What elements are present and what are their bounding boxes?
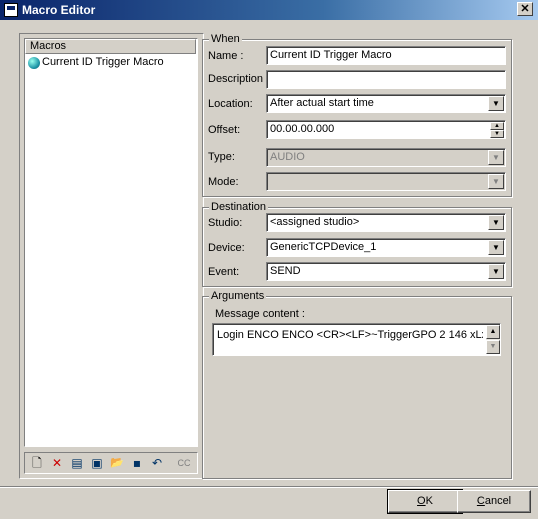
window-icon [4, 3, 18, 17]
title-bar[interactable]: Macro Editor ✕ [0, 0, 538, 20]
device-label: Device: [208, 242, 245, 254]
macro-globe-icon [28, 57, 40, 69]
chevron-down-icon: ▼ [492, 267, 500, 276]
location-dropdown-button[interactable]: ▼ [488, 96, 504, 111]
chevron-up-icon: ▲ [489, 328, 497, 335]
type-label: Type: [208, 151, 235, 163]
close-button[interactable]: ✕ [517, 2, 533, 16]
window-title: Macro Editor [22, 3, 96, 17]
ok-accelerator: O [417, 495, 426, 507]
chevron-down-icon: ▼ [492, 153, 500, 162]
cc-icon[interactable]: CC [175, 456, 193, 470]
offset-value: 00.00.00.000 [270, 123, 335, 135]
save-icon[interactable]: ▪ [130, 456, 144, 470]
event-label: Event: [208, 266, 240, 278]
message-content-label: Message content : [215, 308, 305, 320]
cancel-accelerator: C [476, 495, 485, 507]
studio-dropdown-button[interactable]: ▼ [488, 215, 504, 230]
name-label: Name : [208, 50, 244, 62]
when-group-title: When [209, 33, 242, 45]
copy-icon[interactable]: ▤ [70, 456, 84, 470]
device-dropdown[interactable]: GenericTCPDevice_1 [266, 238, 506, 257]
new-icon[interactable]: 🗋 [30, 456, 44, 470]
location-dropdown[interactable]: After actual start time [266, 94, 506, 113]
separator [0, 486, 538, 488]
location-label: Location: [208, 98, 253, 110]
macros-list[interactable] [24, 38, 198, 447]
arguments-group-title: Arguments [209, 290, 267, 302]
chevron-up-icon: ▲ [494, 123, 500, 129]
device-dropdown-button[interactable]: ▼ [488, 240, 504, 255]
description-field[interactable] [266, 70, 506, 89]
chevron-down-icon: ▼ [492, 218, 500, 227]
offset-spin-down[interactable]: ▼ [490, 130, 504, 138]
type-value: AUDIO [270, 151, 305, 163]
ok-button[interactable]: OK [387, 489, 463, 514]
scroll-down-button[interactable]: ▼ [486, 340, 500, 354]
chevron-down-icon: ▼ [494, 131, 500, 137]
type-dropdown-button[interactable]: ▼ [488, 150, 504, 165]
event-dropdown[interactable]: SEND [266, 262, 506, 281]
mode-dropdown-button[interactable]: ▼ [488, 174, 504, 189]
event-value: SEND [270, 265, 301, 277]
mode-label: Mode: [208, 176, 239, 188]
delete-icon[interactable]: ✕ [50, 456, 64, 470]
description-label: Description : [208, 73, 270, 85]
device-value: GenericTCPDevice_1 [270, 241, 377, 253]
open-folder-icon[interactable]: 📂 [110, 456, 124, 470]
mode-dropdown[interactable] [266, 172, 506, 191]
macros-list-header[interactable]: Macros [25, 39, 196, 54]
close-icon: ✕ [520, 3, 530, 15]
save-as-icon[interactable]: ▣ [90, 456, 104, 470]
destination-group-title: Destination [209, 201, 269, 213]
scroll-up-button[interactable]: ▲ [486, 325, 500, 339]
offset-label: Offset: [208, 124, 241, 136]
list-item[interactable]: Current ID Trigger Macro [42, 56, 164, 68]
studio-label: Studio: [208, 217, 243, 229]
cancel-button[interactable]: Cancel [457, 490, 531, 513]
cancel-label: ancel [484, 495, 512, 507]
chevron-down-icon: ▼ [489, 343, 497, 350]
message-content-value: Login ENCO ENCO <CR><LF>~TriggerGPO 2 14… [217, 329, 483, 341]
chevron-down-icon: ▼ [492, 177, 500, 186]
ok-label: K [425, 495, 433, 507]
name-field[interactable]: Current ID Trigger Macro [266, 46, 506, 65]
type-dropdown[interactable]: AUDIO [266, 148, 506, 167]
location-value: After actual start time [270, 97, 374, 109]
offset-spin-up[interactable]: ▲ [490, 122, 504, 130]
offset-field[interactable]: 00.00.00.000 [266, 120, 506, 139]
undo-icon[interactable]: ↶ [150, 456, 164, 470]
event-dropdown-button[interactable]: ▼ [488, 264, 504, 279]
studio-value: <assigned studio> [270, 216, 360, 228]
chevron-down-icon: ▼ [492, 243, 500, 252]
studio-dropdown[interactable]: <assigned studio> [266, 213, 506, 232]
chevron-down-icon: ▼ [492, 99, 500, 108]
